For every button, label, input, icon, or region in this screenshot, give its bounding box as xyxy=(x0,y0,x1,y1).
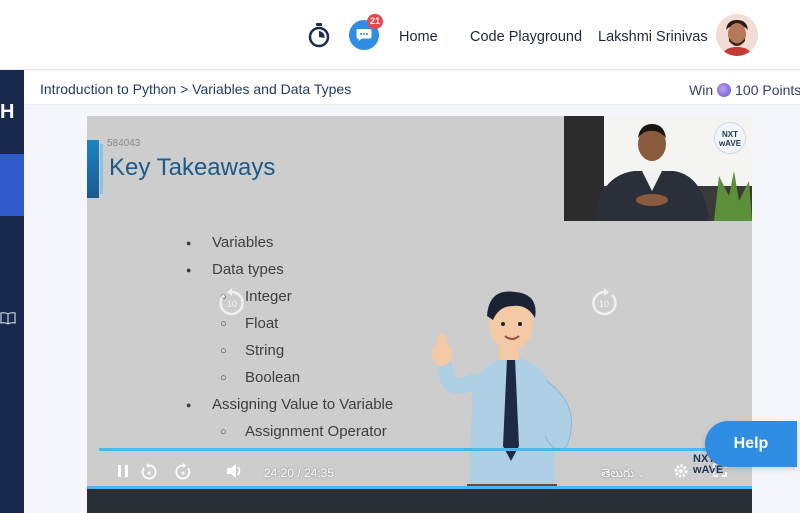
skip-back-10-icon[interactable]: 10 xyxy=(215,286,249,320)
nav-code-playground-link[interactable]: Code Playground xyxy=(470,29,582,45)
caption-language-select[interactable]: తెలుగు ⌄ xyxy=(601,466,645,483)
caption-language-label: తెలుగు xyxy=(601,466,635,480)
fast-forward-icon[interactable] xyxy=(174,463,192,486)
slide-code: 584043 xyxy=(107,138,141,149)
list-item: Assignment Operator xyxy=(182,422,393,449)
video-progress-bar[interactable] xyxy=(99,448,739,451)
breadcrumb-topic: Variables and Data Types xyxy=(192,81,352,97)
list-item: String xyxy=(182,341,393,368)
reward-prefix: Win xyxy=(689,82,714,98)
skip-forward-label: 10 xyxy=(599,299,609,309)
breadcrumb: Introduction to Python > Variables and D… xyxy=(40,81,351,97)
stopwatch-icon[interactable] xyxy=(307,22,331,48)
list-item: Variables xyxy=(182,233,393,260)
total-duration: 24:35 xyxy=(304,466,335,480)
book-icon[interactable] xyxy=(0,310,16,326)
chevron-down-icon: ⌄ xyxy=(637,469,646,479)
list-item: Assigning Value to Variable xyxy=(182,395,393,422)
breadcrumb-course-link[interactable]: Introduction to Python xyxy=(40,81,176,97)
pause-icon[interactable] xyxy=(116,463,130,484)
list-item: Integer xyxy=(182,287,393,314)
volume-icon[interactable] xyxy=(226,463,244,484)
list-item: Data types xyxy=(182,260,393,287)
reward-points: 100 Points xyxy=(735,82,800,98)
video-player[interactable]: 584043 Key Takeaways Variables Data type… xyxy=(87,116,752,513)
sidebar-item-active[interactable] xyxy=(0,154,24,216)
slide-title: Key Takeaways xyxy=(109,154,276,181)
help-button[interactable]: Help xyxy=(705,421,797,467)
top-header: 21 Home Code Playground Lakshmi Srinivas xyxy=(0,0,800,70)
sidebar-logo[interactable]: H xyxy=(0,102,14,122)
instructor-webcam: NXT wAVE xyxy=(564,116,752,221)
list-item: Boolean xyxy=(182,368,393,395)
skip-back-label: 10 xyxy=(227,299,237,309)
avatar[interactable] xyxy=(716,14,758,56)
time-separator: / xyxy=(297,466,301,480)
breadcrumb-bar: Introduction to Python > Variables and D… xyxy=(24,71,800,105)
playback-time: 24:20 / 24:35 xyxy=(264,466,334,480)
nav-home-link[interactable]: Home xyxy=(399,29,438,45)
coin-icon xyxy=(717,83,732,97)
slide-accent-stripe xyxy=(100,144,103,194)
nxtwave-logo-badge: NXT wAVE xyxy=(714,122,746,154)
list-item: Float xyxy=(182,314,393,341)
rewind-icon[interactable] xyxy=(140,463,158,486)
notification-badge: 21 xyxy=(367,14,384,29)
gear-icon[interactable] xyxy=(673,463,689,484)
reward-banner[interactable]: Win 100 Points xyxy=(689,82,800,98)
sidebar: H xyxy=(0,70,24,513)
slide-bullet-list: Variables Data types Integer Float Strin… xyxy=(182,233,393,449)
video-controls: 24:20 / 24:35 తెలుగు ⌄ xyxy=(87,454,752,492)
user-name[interactable]: Lakshmi Srinivas xyxy=(598,29,708,45)
video-progress-fill xyxy=(99,448,733,451)
current-time: 24:20 xyxy=(264,466,295,480)
slide-accent-bar xyxy=(87,140,99,198)
breadcrumb-separator: > xyxy=(180,81,189,97)
